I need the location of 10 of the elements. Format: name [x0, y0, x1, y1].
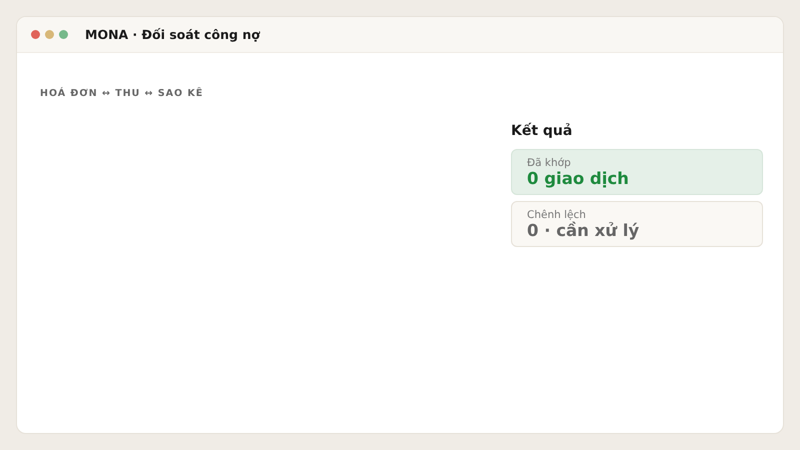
- window-title: MONA · Đối soát công nợ: [85, 27, 260, 42]
- close-dot-icon[interactable]: [31, 30, 40, 39]
- breadcrumb: HOÁ ĐƠN ↔ THU ↔ SAO KÊ: [40, 88, 204, 99]
- card-label: Chênh lệch: [527, 209, 587, 221]
- section-heading: Kết quả: [511, 123, 574, 139]
- maximize-dot-icon[interactable]: [59, 30, 68, 39]
- card-value: 0 · cần xử lý: [527, 221, 640, 241]
- card-label: Đã khớp: [527, 157, 572, 169]
- minimize-dot-icon[interactable]: [45, 30, 54, 39]
- card-value: 0 giao dịch: [527, 169, 630, 189]
